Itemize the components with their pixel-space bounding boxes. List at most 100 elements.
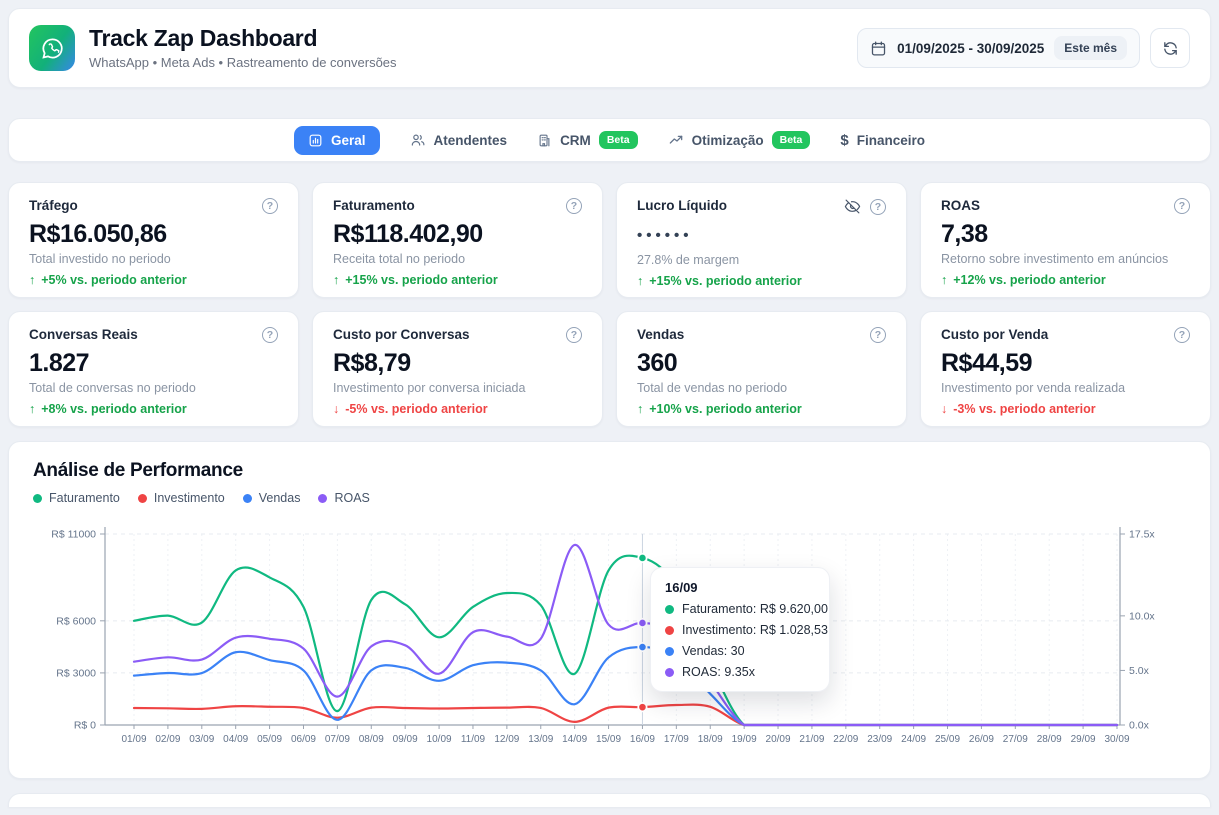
kpi-value-masked: •••••• bbox=[637, 222, 886, 249]
help-icon[interactable]: ? bbox=[566, 198, 582, 214]
eye-off-icon[interactable] bbox=[844, 198, 861, 215]
kpi-title: Faturamento bbox=[333, 198, 415, 213]
dashboard-page: Track Zap Dashboard WhatsApp • Meta Ads … bbox=[0, 0, 1219, 815]
svg-text:5.0x: 5.0x bbox=[1129, 665, 1150, 677]
svg-text:20/09: 20/09 bbox=[766, 734, 791, 745]
trending-up-icon bbox=[668, 132, 684, 148]
legend-label: Vendas bbox=[259, 491, 301, 505]
next-section-panel bbox=[8, 793, 1211, 807]
date-range-picker[interactable]: 01/09/2025 - 30/09/2025 Este mês bbox=[857, 28, 1140, 68]
svg-text:25/09: 25/09 bbox=[935, 734, 960, 745]
date-preset-badge[interactable]: Este mês bbox=[1054, 36, 1127, 60]
kpi-delta: ↑ +12% vs. periodo anterior bbox=[941, 273, 1190, 287]
svg-text:14/09: 14/09 bbox=[562, 734, 587, 745]
legend-dot-icon bbox=[318, 494, 327, 503]
svg-text:0.0x: 0.0x bbox=[1129, 720, 1150, 732]
brand: Track Zap Dashboard WhatsApp • Meta Ads … bbox=[29, 25, 397, 71]
legend-label: Investimento bbox=[154, 491, 225, 505]
kpi-value: R$44,59 bbox=[941, 350, 1190, 377]
tab-atendentes[interactable]: Atendentes bbox=[410, 132, 508, 148]
kpi-subtitle: Investimento por conversa iniciada bbox=[333, 381, 582, 395]
delta-text: +5% vs. periodo anterior bbox=[41, 273, 187, 287]
kpi-card-trafego: Tráfego ? R$16.050,86 Total investido no… bbox=[8, 182, 299, 298]
legend-item[interactable]: Investimento bbox=[138, 491, 225, 505]
svg-text:R$ 6000: R$ 6000 bbox=[56, 615, 96, 627]
kpi-grid: Tráfego ? R$16.050,86 Total investido no… bbox=[8, 182, 1211, 427]
tooltip-series-value: Faturamento: R$ 9.620,00 bbox=[682, 602, 828, 616]
kpi-card-roas: ROAS ? 7,38 Retorno sobre investimento e… bbox=[920, 182, 1211, 298]
svg-text:08/09: 08/09 bbox=[359, 734, 384, 745]
performance-line-chart[interactable]: R$ 0 R$ 3000 R$ 6000 R$ 11000 0.0x 5.0x 10.0x 1… bbox=[33, 513, 1186, 755]
dollar-icon: $ bbox=[840, 132, 848, 149]
legend-label: Faturamento bbox=[49, 491, 120, 505]
help-icon[interactable]: ? bbox=[870, 327, 886, 343]
calendar-icon bbox=[870, 40, 887, 57]
svg-text:23/09: 23/09 bbox=[867, 734, 892, 745]
legend-dot-icon bbox=[243, 494, 252, 503]
tab-label: Otimização bbox=[692, 133, 764, 148]
building-icon bbox=[537, 133, 552, 148]
svg-text:R$ 3000: R$ 3000 bbox=[56, 667, 96, 679]
bar-chart-icon bbox=[308, 133, 323, 148]
tab-financeiro[interactable]: $ Financeiro bbox=[840, 132, 925, 149]
help-icon[interactable]: ? bbox=[566, 327, 582, 343]
svg-text:26/09: 26/09 bbox=[969, 734, 994, 745]
delta-text: +10% vs. periodo anterior bbox=[649, 402, 801, 416]
tab-crm[interactable]: CRM Beta bbox=[537, 131, 638, 149]
svg-text:11/09: 11/09 bbox=[461, 734, 486, 745]
delta-text: +15% vs. periodo anterior bbox=[345, 273, 497, 287]
tab-geral[interactable]: Geral bbox=[294, 126, 380, 155]
kpi-card-vendas: Vendas ? 360 Total de vendas no periodo … bbox=[616, 311, 907, 427]
legend-item[interactable]: Faturamento bbox=[33, 491, 120, 505]
kpi-card-faturamento: Faturamento ? R$118.402,90 Receita total… bbox=[312, 182, 603, 298]
chart-area[interactable]: R$ 0 R$ 3000 R$ 6000 R$ 11000 0.0x 5.0x 10.0x 1… bbox=[33, 513, 1186, 755]
help-icon[interactable]: ? bbox=[1174, 327, 1190, 343]
kpi-delta: ↑ +5% vs. periodo anterior bbox=[29, 273, 278, 287]
kpi-subtitle: Investimento por venda realizada bbox=[941, 381, 1190, 395]
page-title: Track Zap Dashboard bbox=[89, 26, 397, 51]
kpi-delta: ↑ +15% vs. periodo anterior bbox=[637, 274, 886, 288]
svg-text:28/09: 28/09 bbox=[1037, 734, 1062, 745]
tab-label: Geral bbox=[331, 133, 366, 148]
kpi-delta: ↓ -3% vs. periodo anterior bbox=[941, 402, 1190, 416]
svg-text:13/09: 13/09 bbox=[528, 734, 553, 745]
svg-text:07/09: 07/09 bbox=[325, 734, 350, 745]
refresh-button[interactable] bbox=[1150, 28, 1190, 68]
beta-badge: Beta bbox=[772, 131, 811, 149]
kpi-card-custo-por-venda: Custo por Venda ? R$44,59 Investimento p… bbox=[920, 311, 1211, 427]
help-icon[interactable]: ? bbox=[262, 327, 278, 343]
kpi-title: Lucro Líquido bbox=[637, 198, 727, 213]
help-icon[interactable]: ? bbox=[870, 199, 886, 215]
page-subtitle: WhatsApp • Meta Ads • Rastreamento de co… bbox=[89, 55, 397, 70]
legend-item[interactable]: ROAS bbox=[318, 491, 369, 505]
kpi-delta: ↑ +10% vs. periodo anterior bbox=[637, 402, 886, 416]
svg-text:22/09: 22/09 bbox=[833, 734, 858, 745]
kpi-title: Custo por Conversas bbox=[333, 327, 470, 342]
help-icon[interactable]: ? bbox=[1174, 198, 1190, 214]
kpi-subtitle: Total investido no periodo bbox=[29, 252, 278, 266]
kpi-value: R$8,79 bbox=[333, 350, 582, 377]
tab-otimizacao[interactable]: Otimização Beta bbox=[668, 131, 811, 149]
tooltip-series-value: Investimento: R$ 1.028,53 bbox=[682, 623, 828, 637]
help-icon[interactable]: ? bbox=[262, 198, 278, 214]
chart-legend: Faturamento Investimento Vendas ROAS bbox=[33, 491, 1186, 505]
kpi-delta: ↑ +15% vs. periodo anterior bbox=[333, 273, 582, 287]
svg-text:R$ 11000: R$ 11000 bbox=[51, 529, 96, 541]
tooltip-row: Vendas: 30 bbox=[665, 644, 815, 658]
svg-text:19/09: 19/09 bbox=[732, 734, 757, 745]
svg-text:04/09: 04/09 bbox=[223, 734, 248, 745]
svg-text:12/09: 12/09 bbox=[494, 734, 519, 745]
kpi-value: R$16.050,86 bbox=[29, 221, 278, 248]
tooltip-series-dot-icon bbox=[665, 605, 674, 614]
date-range-value: 01/09/2025 - 30/09/2025 bbox=[897, 41, 1044, 56]
tab-label: Atendentes bbox=[434, 133, 508, 148]
legend-item[interactable]: Vendas bbox=[243, 491, 301, 505]
svg-text:15/09: 15/09 bbox=[596, 734, 621, 745]
kpi-card-lucro-liquido: Lucro Líquido ? •••••• 27.8% de margem ↑… bbox=[616, 182, 907, 298]
svg-text:10.0x: 10.0x bbox=[1129, 610, 1155, 622]
delta-text: -5% vs. periodo anterior bbox=[345, 402, 487, 416]
brand-text: Track Zap Dashboard WhatsApp • Meta Ads … bbox=[89, 26, 397, 70]
svg-text:R$ 0: R$ 0 bbox=[74, 720, 96, 732]
kpi-subtitle: Total de vendas no periodo bbox=[637, 381, 886, 395]
chart-title: Análise de Performance bbox=[33, 460, 1186, 482]
